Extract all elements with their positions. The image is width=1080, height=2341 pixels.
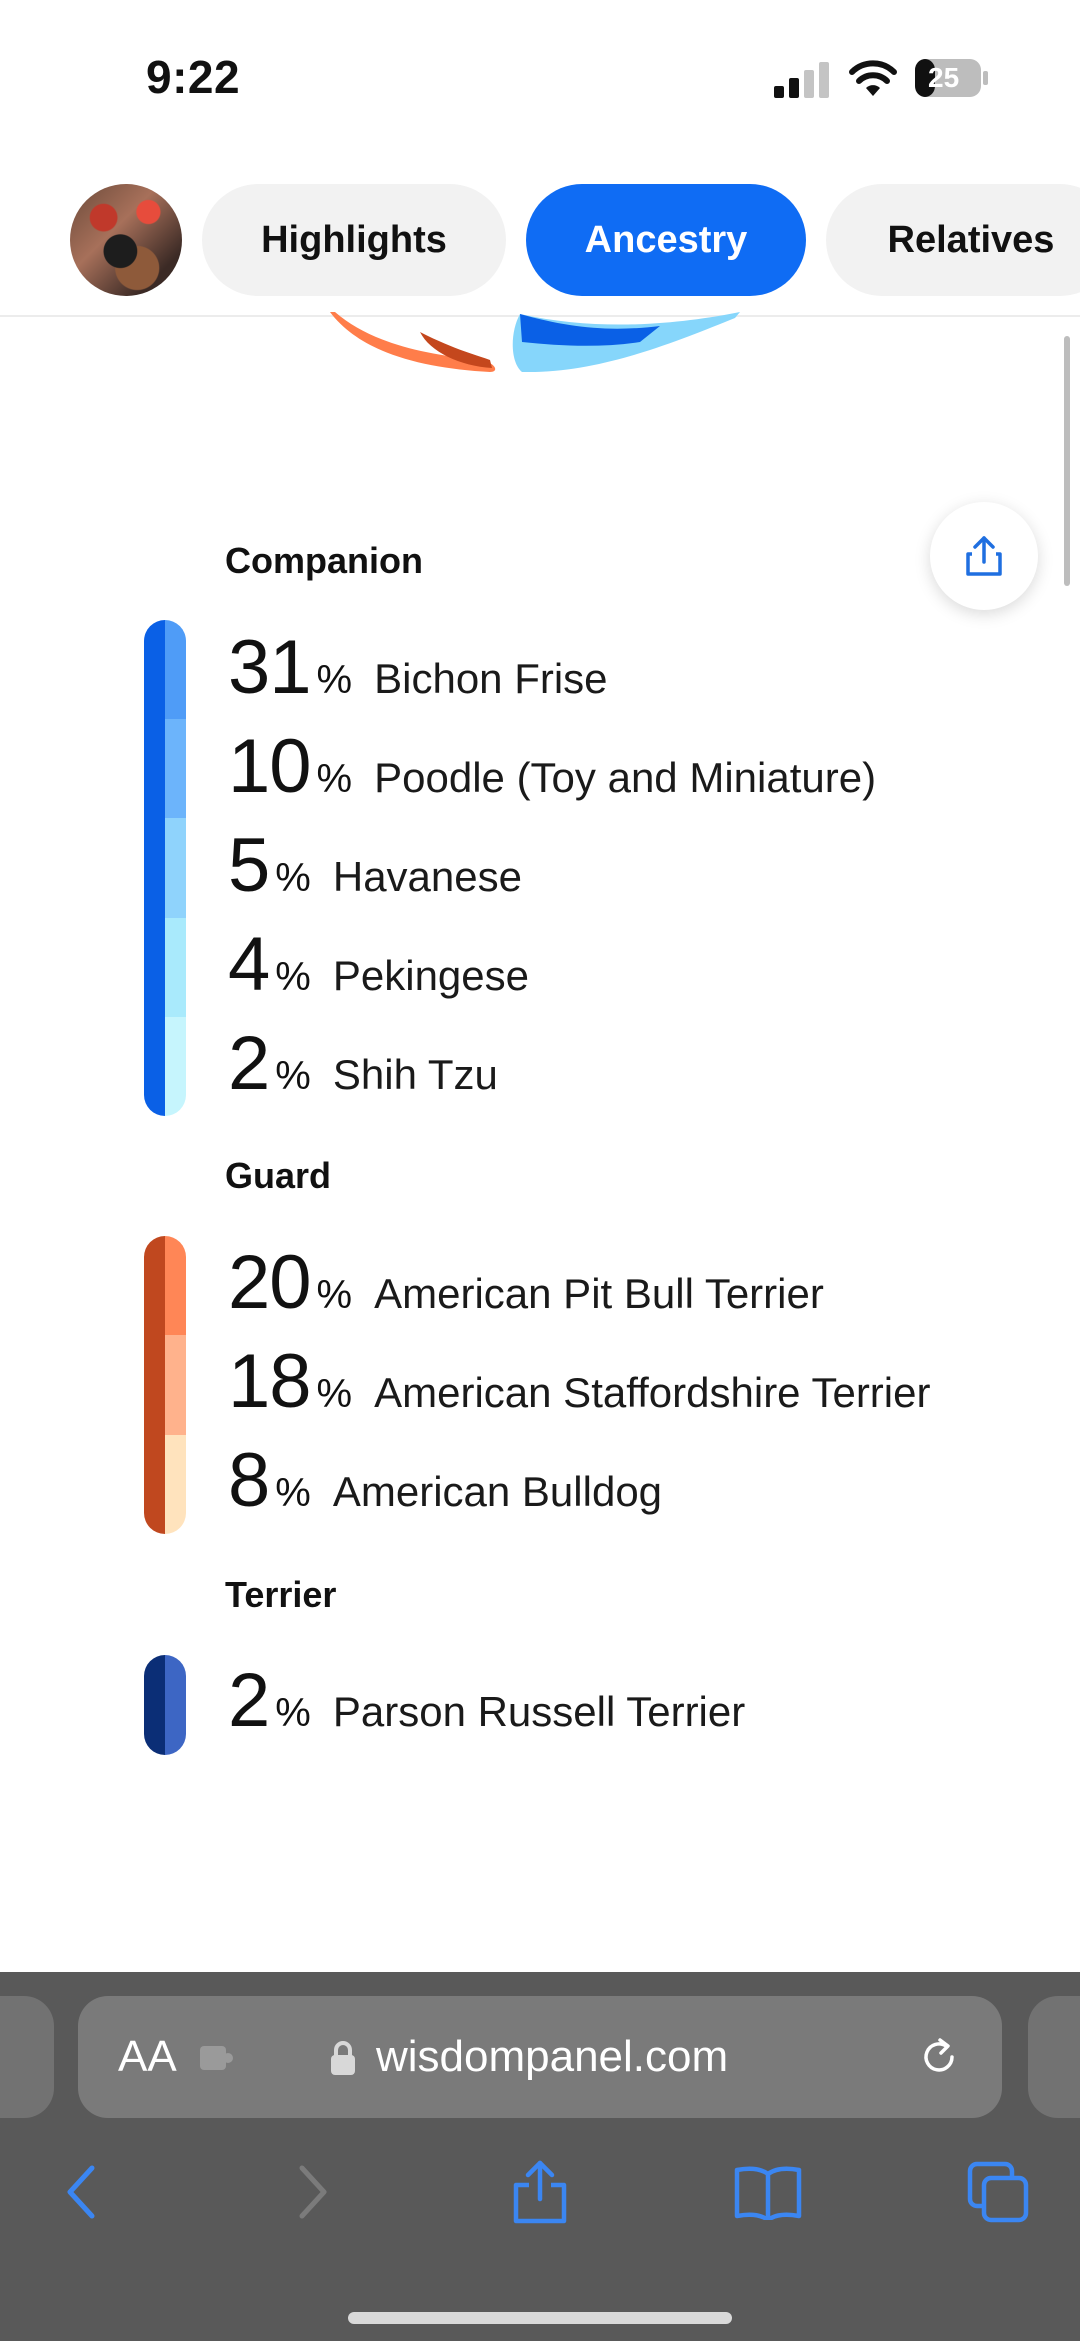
group-title-guard: Guard bbox=[225, 1155, 332, 1196]
breed-name: Shih Tzu bbox=[332, 1051, 498, 1098]
forward-button[interactable] bbox=[272, 2152, 352, 2232]
list-item: 31 % Bichon Frise bbox=[228, 630, 608, 720]
percent-sign: % bbox=[275, 1054, 311, 1098]
previous-tab-preview[interactable] bbox=[0, 1996, 54, 2118]
percent-sign: % bbox=[316, 1372, 353, 1416]
tab-highlights[interactable]: Highlights bbox=[202, 184, 506, 296]
breed-name: American Staffordshire Terrier bbox=[374, 1369, 931, 1416]
group-title-companion: Companion bbox=[225, 540, 423, 581]
book-icon bbox=[734, 2166, 802, 2220]
share-icon bbox=[513, 2160, 567, 2224]
status-bar: 9:22 25 bbox=[0, 0, 1080, 150]
breed-name: Bichon Frise bbox=[374, 655, 608, 702]
list-item: 5 % Havanese bbox=[228, 828, 522, 918]
bookmarks-button[interactable] bbox=[728, 2152, 808, 2232]
share-icon bbox=[966, 536, 1002, 576]
percent-sign: % bbox=[275, 955, 311, 999]
page-scrollbar[interactable] bbox=[1064, 336, 1070, 586]
breed-percent: 20 bbox=[228, 1240, 312, 1325]
url-text[interactable]: wisdompanel.com bbox=[376, 2032, 728, 2082]
extension-icon[interactable] bbox=[198, 2042, 234, 2074]
reload-icon[interactable] bbox=[916, 2034, 962, 2080]
list-item: 2 % Shih Tzu bbox=[228, 1026, 498, 1116]
back-button[interactable] bbox=[42, 2152, 122, 2232]
terrier-color-bar bbox=[144, 1655, 186, 1755]
list-item: 4 % Pekingese bbox=[228, 927, 529, 1017]
next-tab-preview[interactable] bbox=[1028, 1996, 1080, 2118]
list-item: 20 % American Pit Bull Terrier bbox=[228, 1245, 824, 1335]
tabs-button[interactable] bbox=[958, 2152, 1038, 2232]
share-button[interactable] bbox=[930, 502, 1038, 610]
browser-nav-row bbox=[0, 2152, 1080, 2252]
guard-color-bar bbox=[144, 1236, 186, 1534]
percent-sign: % bbox=[275, 1691, 311, 1735]
text-size-button[interactable]: AA bbox=[118, 2032, 177, 2082]
list-item: 10 % Poodle (Toy and Miniature) bbox=[228, 729, 876, 819]
home-indicator[interactable] bbox=[348, 2312, 732, 2324]
breed-name: Pekingese bbox=[332, 952, 529, 999]
breed-percent: 10 bbox=[228, 724, 312, 809]
breed-percent: 8 bbox=[228, 1438, 270, 1523]
wifi-icon bbox=[849, 60, 897, 96]
list-item: 2 % Parson Russell Terrier bbox=[228, 1663, 745, 1753]
cellular-signal-icon bbox=[774, 62, 829, 98]
tab-ancestry[interactable]: Ancestry bbox=[526, 184, 806, 296]
percent-sign: % bbox=[316, 1273, 353, 1317]
browser-toolbar: AA wisdompanel.com bbox=[0, 1972, 1080, 2341]
breed-name: Poodle (Toy and Miniature) bbox=[374, 754, 877, 801]
percent-sign: % bbox=[316, 757, 353, 801]
profile-tab-bar: Highlights Ancestry Relatives bbox=[0, 180, 1080, 317]
chevron-left-icon bbox=[67, 2165, 95, 2219]
companion-color-bar bbox=[144, 620, 186, 1116]
lock-icon bbox=[331, 2041, 355, 2075]
share-page-button[interactable] bbox=[500, 2152, 580, 2232]
breed-name: Havanese bbox=[332, 853, 522, 900]
percent-sign: % bbox=[316, 658, 353, 702]
list-item: 8 % American Bulldog bbox=[228, 1443, 662, 1533]
breed-percent: 18 bbox=[228, 1339, 312, 1424]
ancestry-donut-chart bbox=[330, 312, 740, 372]
breed-percent: 31 bbox=[228, 625, 312, 710]
breed-percent: 4 bbox=[228, 922, 270, 1007]
list-item: 18 % American Staffordshire Terrier bbox=[228, 1344, 930, 1434]
percent-sign: % bbox=[275, 1471, 311, 1515]
breed-name: American Pit Bull Terrier bbox=[374, 1270, 824, 1317]
breed-name: Parson Russell Terrier bbox=[332, 1688, 746, 1735]
breed-percent: 2 bbox=[228, 1021, 270, 1106]
breed-percent: 5 bbox=[228, 823, 270, 908]
breed-percent: 2 bbox=[228, 1658, 270, 1743]
chevron-right-icon bbox=[299, 2165, 327, 2219]
dog-avatar[interactable] bbox=[70, 184, 182, 296]
tab-relatives[interactable]: Relatives bbox=[826, 184, 1080, 296]
tabs-icon bbox=[967, 2161, 1029, 2223]
status-time: 9:22 bbox=[146, 51, 241, 103]
breed-name: American Bulldog bbox=[332, 1468, 663, 1515]
battery-level: 25 bbox=[928, 62, 960, 93]
group-title-terrier: Terrier bbox=[225, 1574, 337, 1615]
percent-sign: % bbox=[275, 856, 311, 900]
address-bar[interactable]: AA wisdompanel.com bbox=[78, 1996, 1002, 2118]
